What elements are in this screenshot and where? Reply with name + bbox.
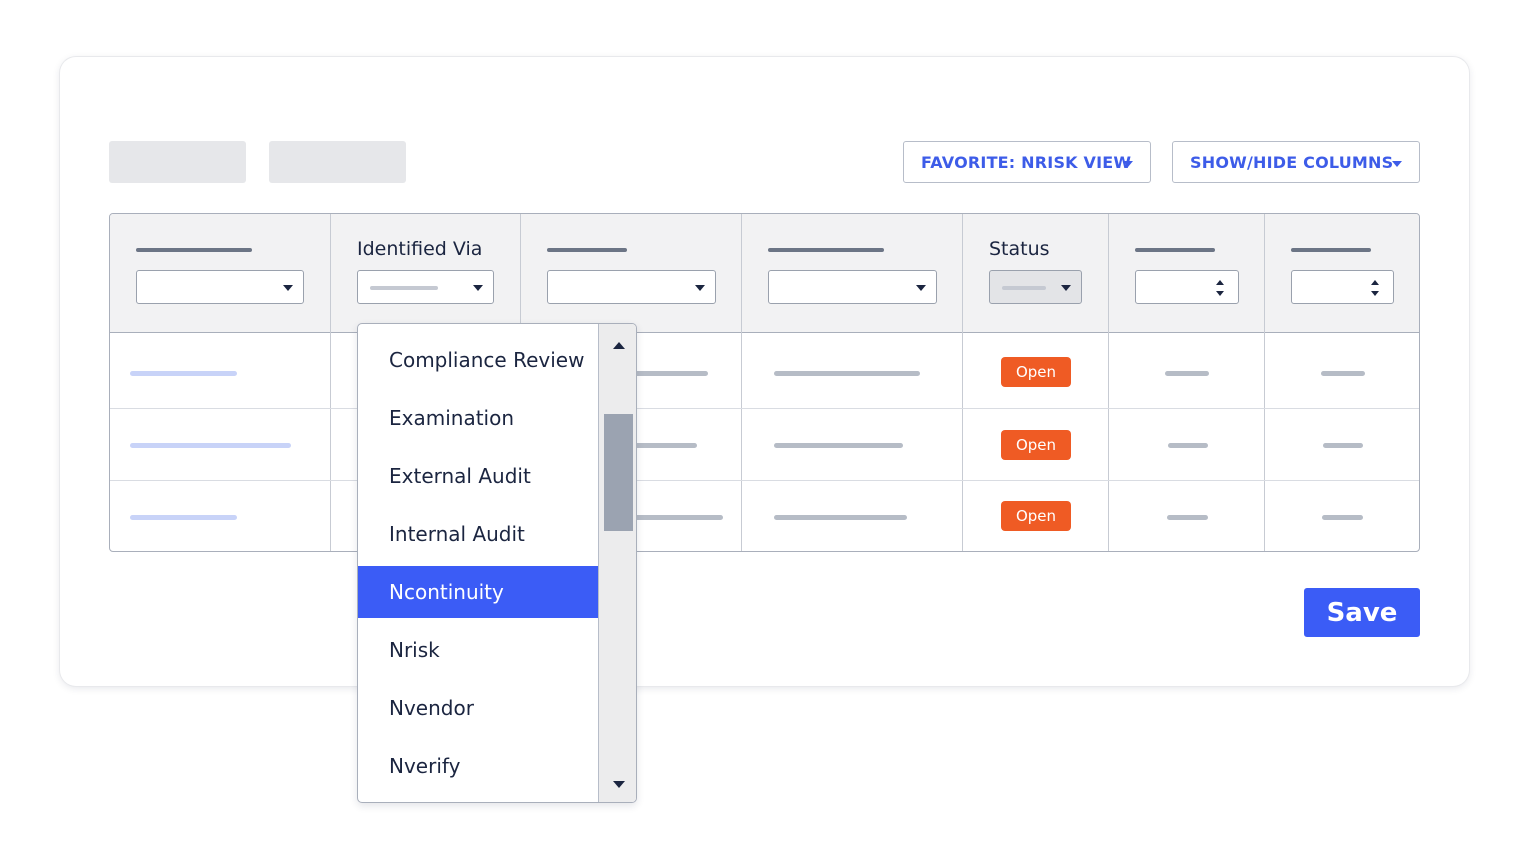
- column-7-number-filter[interactable]: [1291, 270, 1394, 304]
- column-4-filter-select[interactable]: [768, 270, 937, 304]
- cell-placeholder: [1167, 515, 1208, 520]
- chevron-down-icon: [1123, 161, 1133, 167]
- sort-arrows-icon[interactable]: [1371, 280, 1381, 296]
- cell-placeholder: [774, 443, 903, 448]
- identified-via-options-list[interactable]: Compliance Review Examination External A…: [357, 323, 637, 803]
- option-nverify[interactable]: Nverify: [358, 740, 598, 792]
- table-row[interactable]: Open: [110, 481, 1419, 551]
- status-filter-select[interactable]: [989, 270, 1082, 304]
- placeholder-tab-2[interactable]: [269, 141, 406, 183]
- cell-link-placeholder[interactable]: [130, 371, 237, 376]
- scroll-up-icon[interactable]: [613, 342, 625, 349]
- header-placeholder: [1291, 248, 1371, 252]
- chevron-down-icon: [1392, 161, 1402, 167]
- show-hide-columns-dropdown[interactable]: SHOW/HIDE COLUMNS: [1172, 141, 1420, 183]
- status-badge: Open: [1001, 430, 1071, 460]
- option-examination[interactable]: Examination: [358, 392, 598, 444]
- filter-value-placeholder: [1002, 286, 1046, 290]
- status-badge: Open: [1001, 501, 1071, 531]
- option-internal-audit[interactable]: Internal Audit: [358, 508, 598, 560]
- option-ncontinuity[interactable]: Ncontinuity: [358, 566, 598, 618]
- chevron-down-icon: [916, 285, 926, 291]
- header-placeholder: [768, 248, 884, 252]
- favorite-view-dropdown[interactable]: FAVORITE: NRISK VIEW: [903, 141, 1151, 183]
- chevron-down-icon: [1061, 285, 1071, 291]
- placeholder-tab-1[interactable]: [109, 141, 246, 183]
- identified-via-filter-select[interactable]: [357, 270, 494, 304]
- column-6-number-filter[interactable]: [1135, 270, 1239, 304]
- option-external-audit[interactable]: External Audit: [358, 450, 598, 502]
- save-button[interactable]: Save: [1304, 588, 1420, 637]
- cell-placeholder: [1321, 371, 1365, 376]
- cell-placeholder: [1168, 443, 1208, 448]
- cell-placeholder: [1165, 371, 1209, 376]
- table-row[interactable]: Open: [110, 409, 1419, 481]
- cell-placeholder: [630, 515, 723, 520]
- show-hide-columns-label: SHOW/HIDE COLUMNS: [1190, 152, 1394, 172]
- filter-value-placeholder: [370, 286, 438, 290]
- option-nrisk[interactable]: Nrisk: [358, 624, 598, 676]
- chevron-down-icon: [283, 285, 293, 291]
- header-placeholder: [136, 248, 252, 252]
- data-table: Identified Via Status Open Open Open: [109, 213, 1420, 552]
- chevron-down-icon: [695, 285, 705, 291]
- scrollbar[interactable]: [598, 324, 636, 802]
- column-3-filter-select[interactable]: [547, 270, 716, 304]
- cell-placeholder: [1323, 443, 1363, 448]
- chevron-down-icon: [473, 285, 483, 291]
- column-1-filter-select[interactable]: [136, 270, 304, 304]
- scroll-down-icon[interactable]: [613, 781, 625, 788]
- scrollbar-thumb[interactable]: [604, 414, 633, 531]
- cell-placeholder: [774, 371, 920, 376]
- option-compliance-review[interactable]: Compliance Review: [358, 334, 598, 386]
- cell-placeholder: [1322, 515, 1363, 520]
- cell-placeholder: [774, 515, 907, 520]
- cell-link-placeholder[interactable]: [130, 515, 237, 520]
- option-nvendor[interactable]: Nvendor: [358, 682, 598, 734]
- header-identified-via: Identified Via: [357, 238, 483, 260]
- header-placeholder: [1135, 248, 1215, 252]
- status-badge: Open: [1001, 357, 1071, 387]
- table-row[interactable]: Open: [110, 333, 1419, 409]
- sort-arrows-icon[interactable]: [1216, 280, 1226, 296]
- cell-placeholder: [630, 443, 697, 448]
- header-placeholder: [547, 248, 627, 252]
- cell-link-placeholder[interactable]: [130, 443, 291, 448]
- header-status: Status: [989, 238, 1050, 260]
- cell-placeholder: [630, 371, 708, 376]
- favorite-view-label: FAVORITE: NRISK VIEW: [921, 152, 1132, 172]
